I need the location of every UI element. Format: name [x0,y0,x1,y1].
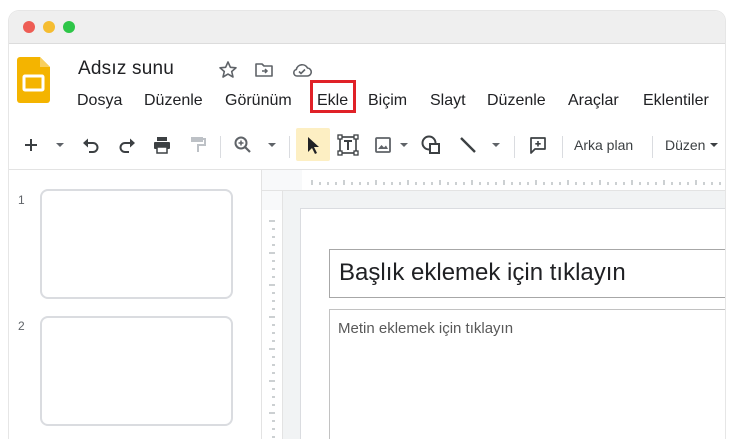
image-icon[interactable] [371,133,395,157]
vertical-ruler[interactable] [262,191,283,439]
layout-button[interactable]: Düzen [665,137,705,153]
move-folder-icon[interactable] [254,60,274,80]
line-icon[interactable] [456,133,480,157]
app-window: Adsız sunu Dosya Düzenle Görünüm Ekle Bi… [9,11,725,439]
toolbar-divider [289,136,290,158]
slide-filmstrip: 1 2 [9,170,262,439]
toolbar-divider [220,136,221,158]
document-title[interactable]: Adsız sunu [78,58,174,80]
menu-duzenle-arrange[interactable]: Düzenle [487,92,546,110]
select-cursor-icon[interactable] [301,133,325,157]
window-titlebar [9,11,725,44]
comment-icon[interactable] [526,133,550,157]
menu-eklentiler[interactable]: Eklentiler [643,92,709,110]
slide-number: 1 [18,193,25,207]
close-window-icon[interactable] [23,21,35,33]
menu-slayt[interactable]: Slayt [430,92,466,110]
menu-araclar[interactable]: Araçlar [568,92,619,110]
slides-logo-icon[interactable] [17,57,50,103]
zoom-dropdown-icon[interactable] [265,133,279,157]
cloud-saved-icon[interactable] [291,60,313,80]
plus-icon[interactable] [19,133,43,157]
toolbar-divider [514,136,515,158]
menu-gorunum[interactable]: Görünüm [225,92,292,110]
ekle-highlight-box [310,80,356,113]
menu-dosya[interactable]: Dosya [77,92,122,110]
star-icon[interactable] [218,60,238,80]
print-icon[interactable] [150,133,174,157]
body-placeholder[interactable]: Metin eklemek için tıklayın [329,309,725,439]
text-box-icon[interactable] [336,133,360,157]
menu-bicim[interactable]: Biçim [368,92,407,110]
slide-thumbnail-2[interactable] [40,316,233,426]
maximize-window-icon[interactable] [63,21,75,33]
image-dropdown-icon[interactable] [397,133,411,157]
zoom-icon[interactable] [231,133,255,157]
slide-number: 2 [18,319,25,333]
shape-icon[interactable] [419,133,443,157]
background-button[interactable]: Arka plan [574,137,633,153]
toolbar-divider [562,136,563,158]
redo-icon[interactable] [115,133,139,157]
minimize-window-icon[interactable] [43,21,55,33]
title-placeholder[interactable]: Başlık eklemek için tıklayın [329,249,725,298]
line-dropdown-icon[interactable] [489,133,503,157]
menu-duzenle[interactable]: Düzenle [144,92,203,110]
new-slide-dropdown-icon[interactable] [53,133,67,157]
undo-icon[interactable] [79,133,103,157]
horizontal-ruler[interactable] [262,170,725,191]
toolbar-divider [652,136,653,158]
slide-thumbnail-1[interactable] [40,189,233,299]
paint-format-icon[interactable] [186,133,210,157]
layout-dropdown-icon[interactable] [708,139,720,151]
